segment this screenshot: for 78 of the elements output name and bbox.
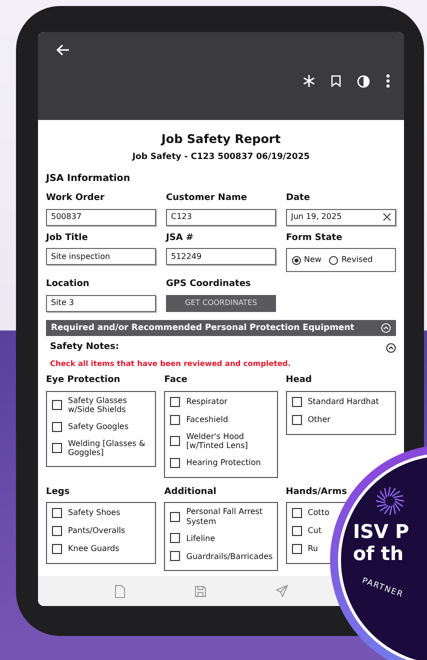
group-title: Legs (46, 486, 71, 499)
notes-title: Safety Notes: (50, 341, 119, 354)
radio-label: Revised (341, 254, 373, 266)
checkbox-label: Safety Shoes (68, 508, 120, 518)
checkbox-label: Guardrails/Barricades (186, 552, 273, 562)
group-title: Head (286, 374, 313, 387)
input-field[interactable]: Site 3 (46, 294, 156, 312)
input-field[interactable]: 500837 (46, 208, 156, 226)
checkbox-label: Knee Guards (68, 544, 120, 554)
checkbox-label: Safety Googles (68, 422, 129, 432)
input-field[interactable]: C123 (166, 208, 276, 226)
contrast-icon[interactable] (357, 74, 370, 88)
checkbox-label: Welding [Glasses & Goggles] (68, 438, 146, 458)
field-label: Job Title (46, 232, 89, 244)
group-title: Additional (164, 486, 218, 499)
checkbox-label: Cotto (308, 508, 330, 518)
checkbox[interactable] (170, 551, 180, 562)
radio-label: New (304, 254, 322, 266)
bookmark-icon[interactable] (331, 75, 341, 87)
checkbox-label: Other (308, 414, 330, 424)
checkbox-label: Cut (308, 526, 322, 536)
input-field[interactable]: Jun 19, 2025 (286, 208, 396, 226)
checkbox[interactable] (292, 544, 302, 554)
back-icon[interactable] (56, 44, 70, 56)
checkbox[interactable] (52, 544, 62, 554)
checkbox[interactable] (52, 400, 62, 410)
field-label: GPS Coordinates (166, 278, 252, 291)
checkbox-label: Ru (308, 544, 318, 554)
sunburst-icon (375, 486, 405, 516)
checkbox-label: Pants/Overalls (68, 526, 126, 536)
checkbox[interactable] (52, 443, 62, 454)
field-label: Form State (286, 232, 344, 244)
field-label: Customer Name (166, 192, 248, 205)
asterisk-icon[interactable] (303, 75, 315, 87)
checkbox-label: Hearing Protection (186, 458, 261, 468)
checkbox[interactable] (170, 436, 180, 446)
report-title: Job Safety Report (160, 131, 282, 148)
checkbox[interactable] (170, 396, 180, 406)
section-title: JSA Information (46, 172, 132, 186)
checkbox[interactable] (170, 458, 180, 468)
badge-text: ISV P (353, 522, 410, 544)
checkbox[interactable] (292, 396, 302, 406)
send-icon[interactable] (276, 585, 288, 597)
field-label: JSA # (166, 232, 194, 244)
clear-icon[interactable] (383, 213, 391, 221)
checkbox[interactable] (52, 526, 62, 536)
checkbox-label: Standard Hardhat (308, 396, 379, 406)
checkbox[interactable] (170, 533, 180, 544)
group-title: Hands/Arms (286, 486, 348, 499)
group-title: Eye Protection (46, 374, 122, 387)
collapse-icon[interactable] (386, 343, 396, 353)
checkbox-label: Welder's Hood [w/Tinted Lens] (186, 432, 249, 451)
checkbox-label: Safety Glasses w/Side Shields (68, 396, 128, 415)
save-icon[interactable] (194, 586, 206, 596)
radio-button[interactable] (292, 256, 301, 264)
field-label: Date (286, 192, 311, 205)
checkbox-label: Respirator (186, 396, 228, 406)
badge-text: of th (353, 544, 405, 566)
checkbox[interactable] (170, 414, 180, 424)
checkbox-label: Lifeline (186, 534, 216, 544)
radio-button[interactable] (329, 256, 338, 264)
field-label: Location (46, 278, 90, 291)
more-options-icon[interactable] (386, 74, 390, 88)
report-subtitle: Job Safety - C123 500837 06/19/2025 (130, 151, 311, 164)
field-label: Work Order (46, 192, 106, 205)
checkbox[interactable] (292, 508, 302, 518)
checkbox[interactable] (292, 526, 302, 536)
document-icon[interactable] (114, 584, 124, 598)
checkbox[interactable] (52, 508, 62, 518)
checkbox[interactable] (292, 414, 302, 424)
input-field[interactable]: 512249 (166, 248, 276, 265)
input-field[interactable]: Site inspection (46, 248, 156, 265)
checkbox[interactable] (52, 422, 62, 432)
checkbox[interactable] (170, 512, 180, 522)
group-title: Face (164, 374, 188, 387)
checkbox-label: Faceshield (186, 414, 228, 424)
checkbox-label: Personal Fall Arrest System (186, 507, 264, 526)
section-header-bar[interactable]: Required and/or Recommended Personal Protection Equipment (46, 320, 396, 336)
